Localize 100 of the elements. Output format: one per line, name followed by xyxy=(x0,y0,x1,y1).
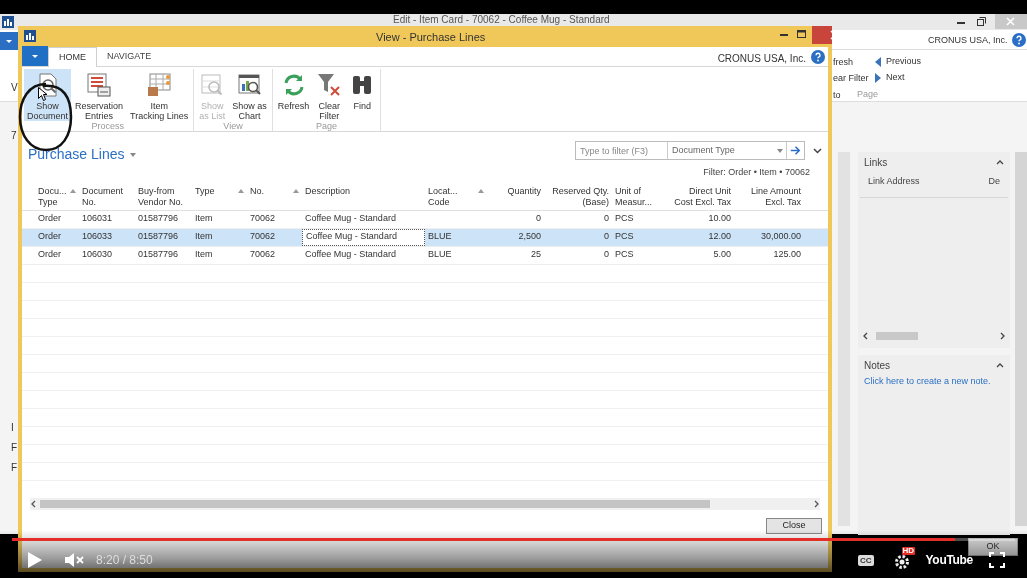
table-cell: 0 xyxy=(604,248,609,262)
column-header[interactable]: Quantity xyxy=(490,185,541,197)
table-cell: PCS xyxy=(615,212,634,226)
filter-field-dropdown[interactable]: Document Type xyxy=(668,143,774,158)
ribbon-tab[interactable]: HOME xyxy=(48,47,97,67)
column-header[interactable]: Description xyxy=(305,185,422,197)
next-button[interactable]: Next xyxy=(874,71,905,85)
horizontal-scrollbar[interactable] xyxy=(30,498,820,510)
minimize-icon[interactable] xyxy=(780,34,788,37)
table-cell: 70062 xyxy=(250,212,276,226)
time-display: 8:20 / 8:50 xyxy=(96,552,153,569)
window-title: Edit - Item Card - 70062 - Coffee Mug - Standard xyxy=(393,14,610,26)
mouse-cursor-icon xyxy=(38,87,47,101)
sort-arrow-icon[interactable] xyxy=(293,188,299,193)
caret-icon[interactable] xyxy=(129,152,136,157)
play-icon[interactable] xyxy=(28,552,42,568)
caret-icon[interactable] xyxy=(774,146,786,155)
scroll-right-icon[interactable] xyxy=(1000,332,1006,340)
company-name: CRONUS USA, Inc. xyxy=(717,52,806,66)
table-cell: 0 xyxy=(536,212,541,226)
table-cell: Order xyxy=(38,230,61,244)
table-cell: Item xyxy=(195,230,213,244)
maximize-icon[interactable] xyxy=(797,30,806,38)
column-header[interactable]: Locat... Code xyxy=(428,185,476,208)
triangle-right-icon xyxy=(874,72,882,83)
table-cell: 01587796 xyxy=(138,212,179,226)
collapse-icon[interactable] xyxy=(996,362,1004,368)
column-header[interactable]: Unit of Measur... xyxy=(615,185,661,208)
muted-speaker-icon[interactable] xyxy=(65,552,85,568)
column-header[interactable]: Docu... Type xyxy=(38,185,68,208)
table-cell: Coffee Mug - Standard xyxy=(305,248,396,262)
table-cell: Coffee Mug - Standard xyxy=(305,212,396,226)
table-cell: PCS xyxy=(615,230,634,244)
table-cell: Order xyxy=(38,212,61,226)
factbox-title: Links xyxy=(864,155,888,170)
column-header: Link Address xyxy=(868,175,920,188)
table-cell: 0 xyxy=(604,230,609,244)
table-cell: 01587796 xyxy=(138,230,179,244)
scroll-left-icon[interactable] xyxy=(30,500,36,508)
ribbon-action[interactable]: to xyxy=(833,89,841,103)
ribbon-group-label: View xyxy=(223,121,243,133)
table-cell: 70062 xyxy=(250,230,276,244)
table-cell: 0 xyxy=(604,212,609,226)
restore-icon[interactable] xyxy=(977,17,986,26)
scroll-right-icon[interactable] xyxy=(814,500,820,508)
horizontal-scrollbar[interactable] xyxy=(862,330,1006,342)
scrollbar[interactable] xyxy=(1015,152,1027,526)
filter-box[interactable]: Type to filter (F3) Document Type xyxy=(575,141,805,160)
table-cell: BLUE xyxy=(428,230,452,244)
sort-arrow-icon[interactable] xyxy=(478,188,484,193)
sort-arrow-icon[interactable] xyxy=(70,188,76,193)
column-header[interactable]: Buy-from Vendor No. xyxy=(138,185,189,208)
column-header[interactable]: Line Amount Excl. Tax xyxy=(737,185,801,208)
label-text: F xyxy=(11,441,18,455)
fullscreen-icon[interactable] xyxy=(989,552,1005,568)
label-text: V xyxy=(11,81,18,95)
column-header: De xyxy=(988,175,1000,188)
ribbon-button[interactable]: Item Tracking Lines xyxy=(127,69,192,121)
table-cell: Item xyxy=(195,248,213,262)
ribbon-button[interactable]: Refresh xyxy=(274,69,313,121)
help-icon[interactable] xyxy=(811,50,825,64)
table-cell: Order xyxy=(38,248,61,262)
previous-button[interactable]: Previous xyxy=(874,55,921,69)
ok-button[interactable]: OK xyxy=(968,538,1018,556)
ribbon-button[interactable]: Find xyxy=(346,69,379,121)
company-name: CRONUS USA, Inc. xyxy=(928,34,1008,47)
close-button[interactable]: Close xyxy=(766,518,822,534)
table-cell: 25 xyxy=(531,248,541,262)
app-logo-icon xyxy=(24,30,36,42)
filter-summary: Filter: Order • Item • 70062 xyxy=(703,166,810,179)
filter-input[interactable]: Type to filter (F3) xyxy=(576,142,668,159)
ribbon-button[interactable]: Clear Filter xyxy=(313,69,346,121)
column-header[interactable]: No. xyxy=(250,185,291,197)
chevron-down-icon[interactable] xyxy=(813,147,822,154)
table-cell: PCS xyxy=(615,248,634,262)
filter-clear-icon xyxy=(316,72,343,98)
ribbon-group-label: Process xyxy=(91,121,124,133)
settings-icon[interactable] xyxy=(893,554,910,570)
table-cell: 5.00 xyxy=(713,248,731,262)
collapse-icon[interactable] xyxy=(996,159,1004,165)
ribbon-tab[interactable]: NAVIGATE xyxy=(97,47,162,66)
sort-arrow-icon[interactable] xyxy=(238,188,244,193)
help-icon[interactable] xyxy=(1012,33,1026,47)
app-menu-icon[interactable] xyxy=(22,46,48,66)
app-menu-icon[interactable] xyxy=(0,32,18,50)
ribbon-action[interactable]: fresh xyxy=(833,56,853,70)
column-header[interactable]: Direct Unit Cost Excl. Tax xyxy=(667,185,731,208)
ribbon-action[interactable]: ear Filter xyxy=(833,72,869,86)
table-cell: 106030 xyxy=(82,248,113,262)
list-icon xyxy=(86,72,113,98)
ribbon-button[interactable]: Show as Chart xyxy=(229,69,270,121)
column-header[interactable]: Reserved Qty. (Base) xyxy=(547,185,609,208)
column-header[interactable]: Type xyxy=(195,185,236,197)
column-header[interactable]: Document No. xyxy=(82,185,132,208)
ribbon-button[interactable]: Reservation Entries xyxy=(72,69,127,121)
table-cell: 12.00 xyxy=(708,230,731,244)
create-note-link[interactable]: Click here to create a new note. xyxy=(858,375,1010,389)
dialog-title: View - Purchase Lines xyxy=(376,30,486,45)
captions-button[interactable]: CC xyxy=(858,554,874,566)
scroll-left-icon[interactable] xyxy=(862,332,868,340)
